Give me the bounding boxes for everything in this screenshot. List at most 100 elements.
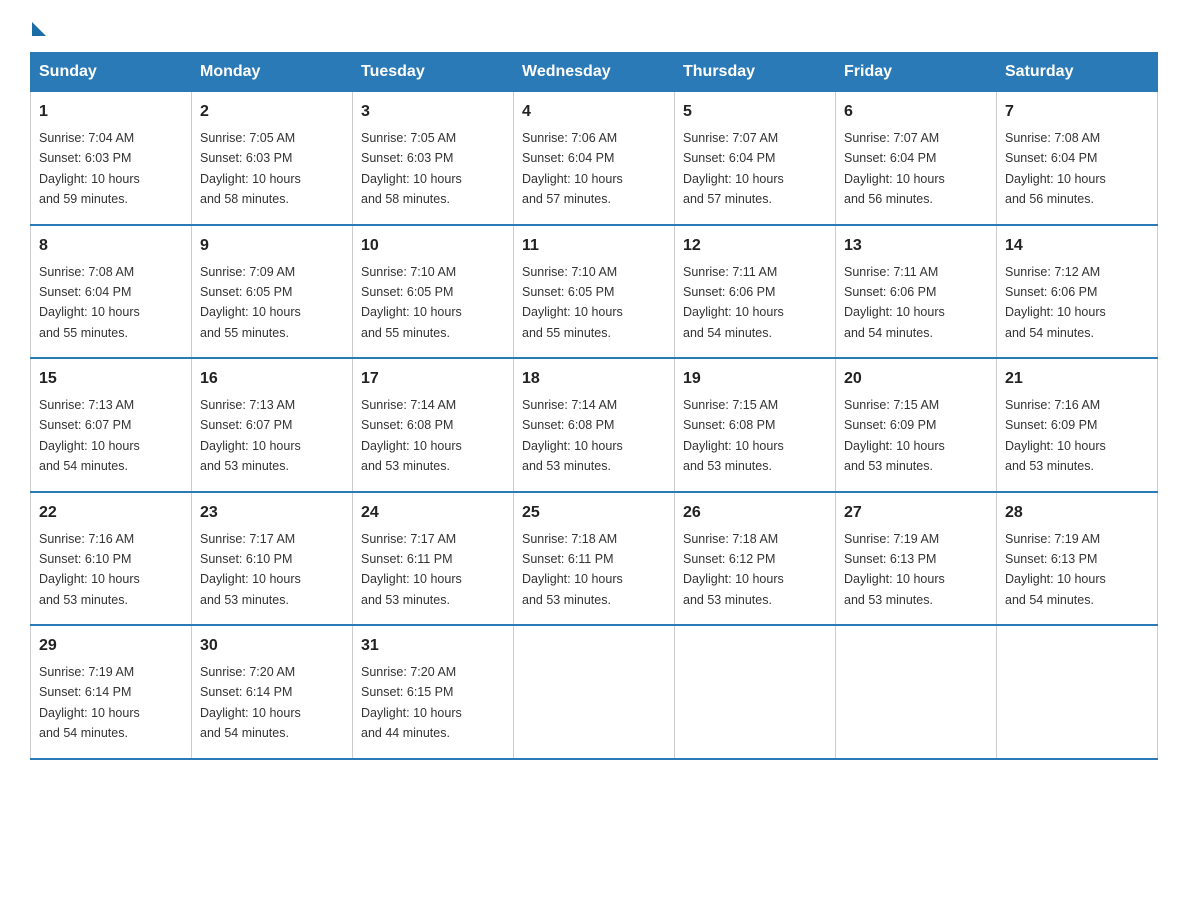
day-info: Sunrise: 7:08 AMSunset: 6:04 PMDaylight:… [39, 265, 140, 340]
calendar-body: 1 Sunrise: 7:04 AMSunset: 6:03 PMDaylight… [31, 92, 1158, 759]
day-number: 9 [200, 234, 344, 258]
day-number: 27 [844, 501, 988, 525]
day-number: 16 [200, 367, 344, 391]
day-info: Sunrise: 7:18 AMSunset: 6:11 PMDaylight:… [522, 532, 623, 607]
day-info: Sunrise: 7:05 AMSunset: 6:03 PMDaylight:… [361, 131, 462, 206]
day-info: Sunrise: 7:17 AMSunset: 6:10 PMDaylight:… [200, 532, 301, 607]
day-info: Sunrise: 7:16 AMSunset: 6:09 PMDaylight:… [1005, 398, 1106, 473]
day-of-week-header: Sunday [31, 53, 192, 92]
day-number: 11 [522, 234, 666, 258]
calendar-day-cell: 20Sunrise: 7:15 AMSunset: 6:09 PMDayligh… [836, 358, 997, 492]
calendar-day-cell: 31Sunrise: 7:20 AMSunset: 6:15 PMDayligh… [353, 625, 514, 759]
day-number: 14 [1005, 234, 1149, 258]
logo-general [30, 20, 46, 36]
calendar-day-cell: 5 Sunrise: 7:07 AMSunset: 6:04 PMDaylight… [675, 92, 836, 225]
calendar-day-cell [675, 625, 836, 759]
day-number: 13 [844, 234, 988, 258]
calendar-day-cell: 8 Sunrise: 7:08 AMSunset: 6:04 PMDaylight… [31, 225, 192, 359]
day-number: 2 [200, 100, 344, 124]
day-info: Sunrise: 7:11 AMSunset: 6:06 PMDaylight:… [683, 265, 784, 340]
calendar-day-cell: 7 Sunrise: 7:08 AMSunset: 6:04 PMDaylight… [997, 92, 1158, 225]
day-number: 22 [39, 501, 183, 525]
calendar-day-cell: 27Sunrise: 7:19 AMSunset: 6:13 PMDayligh… [836, 492, 997, 626]
day-info: Sunrise: 7:07 AMSunset: 6:04 PMDaylight:… [844, 131, 945, 206]
day-of-week-header: Wednesday [514, 53, 675, 92]
day-number: 3 [361, 100, 505, 124]
day-of-week-header: Thursday [675, 53, 836, 92]
day-info: Sunrise: 7:08 AMSunset: 6:04 PMDaylight:… [1005, 131, 1106, 206]
day-number: 29 [39, 634, 183, 658]
calendar-week-row: 1 Sunrise: 7:04 AMSunset: 6:03 PMDaylight… [31, 92, 1158, 225]
day-number: 18 [522, 367, 666, 391]
day-info: Sunrise: 7:13 AMSunset: 6:07 PMDaylight:… [39, 398, 140, 473]
logo [30, 20, 46, 32]
day-info: Sunrise: 7:16 AMSunset: 6:10 PMDaylight:… [39, 532, 140, 607]
day-info: Sunrise: 7:12 AMSunset: 6:06 PMDaylight:… [1005, 265, 1106, 340]
calendar-day-cell: 25 Sunrise: 7:18 AMSunset: 6:11 PMDayligh… [514, 492, 675, 626]
day-info: Sunrise: 7:17 AMSunset: 6:11 PMDaylight:… [361, 532, 462, 607]
day-number: 12 [683, 234, 827, 258]
day-number: 31 [361, 634, 505, 658]
calendar-header: SundayMondayTuesdayWednesdayThursdayFrid… [31, 53, 1158, 92]
calendar-day-cell: 17Sunrise: 7:14 AMSunset: 6:08 PMDayligh… [353, 358, 514, 492]
day-number: 8 [39, 234, 183, 258]
calendar-day-cell [836, 625, 997, 759]
day-number: 7 [1005, 100, 1149, 124]
day-info: Sunrise: 7:04 AMSunset: 6:03 PMDaylight:… [39, 131, 140, 206]
day-of-week-header: Friday [836, 53, 997, 92]
day-number: 15 [39, 367, 183, 391]
day-info: Sunrise: 7:14 AMSunset: 6:08 PMDaylight:… [522, 398, 623, 473]
calendar-day-cell: 18 Sunrise: 7:14 AMSunset: 6:08 PMDayligh… [514, 358, 675, 492]
day-of-week-header: Saturday [997, 53, 1158, 92]
day-info: Sunrise: 7:13 AMSunset: 6:07 PMDaylight:… [200, 398, 301, 473]
calendar-day-cell: 24 Sunrise: 7:17 AMSunset: 6:11 PMDayligh… [353, 492, 514, 626]
day-info: Sunrise: 7:06 AMSunset: 6:04 PMDaylight:… [522, 131, 623, 206]
day-number: 10 [361, 234, 505, 258]
day-number: 26 [683, 501, 827, 525]
calendar-day-cell: 3 Sunrise: 7:05 AMSunset: 6:03 PMDaylight… [353, 92, 514, 225]
day-info: Sunrise: 7:05 AMSunset: 6:03 PMDaylight:… [200, 131, 301, 206]
day-info: Sunrise: 7:11 AMSunset: 6:06 PMDaylight:… [844, 265, 945, 340]
calendar-day-cell: 2 Sunrise: 7:05 AMSunset: 6:03 PMDaylight… [192, 92, 353, 225]
calendar-week-row: 15 Sunrise: 7:13 AMSunset: 6:07 PMDayligh… [31, 358, 1158, 492]
calendar-table: SundayMondayTuesdayWednesdayThursdayFrid… [30, 52, 1158, 760]
day-of-week-header: Monday [192, 53, 353, 92]
day-number: 5 [683, 100, 827, 124]
calendar-day-cell: 4Sunrise: 7:06 AMSunset: 6:04 PMDaylight… [514, 92, 675, 225]
day-number: 24 [361, 501, 505, 525]
day-of-week-header: Tuesday [353, 53, 514, 92]
day-number: 19 [683, 367, 827, 391]
calendar-day-cell [997, 625, 1158, 759]
day-info: Sunrise: 7:19 AMSunset: 6:14 PMDaylight:… [39, 665, 140, 740]
calendar-day-cell: 9 Sunrise: 7:09 AMSunset: 6:05 PMDaylight… [192, 225, 353, 359]
calendar-day-cell: 15 Sunrise: 7:13 AMSunset: 6:07 PMDayligh… [31, 358, 192, 492]
day-info: Sunrise: 7:09 AMSunset: 6:05 PMDaylight:… [200, 265, 301, 340]
calendar-day-cell: 10 Sunrise: 7:10 AMSunset: 6:05 PMDayligh… [353, 225, 514, 359]
calendar-day-cell: 12 Sunrise: 7:11 AMSunset: 6:06 PMDayligh… [675, 225, 836, 359]
calendar-week-row: 8 Sunrise: 7:08 AMSunset: 6:04 PMDaylight… [31, 225, 1158, 359]
calendar-week-row: 22 Sunrise: 7:16 AMSunset: 6:10 PMDayligh… [31, 492, 1158, 626]
logo-arrow-icon [32, 22, 46, 36]
day-number: 23 [200, 501, 344, 525]
calendar-day-cell [514, 625, 675, 759]
calendar-day-cell: 30Sunrise: 7:20 AMSunset: 6:14 PMDayligh… [192, 625, 353, 759]
day-info: Sunrise: 7:10 AMSunset: 6:05 PMDaylight:… [361, 265, 462, 340]
day-number: 17 [361, 367, 505, 391]
calendar-day-cell: 26 Sunrise: 7:18 AMSunset: 6:12 PMDayligh… [675, 492, 836, 626]
day-info: Sunrise: 7:18 AMSunset: 6:12 PMDaylight:… [683, 532, 784, 607]
page-header [30, 20, 1158, 32]
day-number: 1 [39, 100, 183, 124]
calendar-day-cell: 21Sunrise: 7:16 AMSunset: 6:09 PMDayligh… [997, 358, 1158, 492]
calendar-day-cell: 16 Sunrise: 7:13 AMSunset: 6:07 PMDayligh… [192, 358, 353, 492]
days-of-week-row: SundayMondayTuesdayWednesdayThursdayFrid… [31, 53, 1158, 92]
day-number: 25 [522, 501, 666, 525]
calendar-day-cell: 13 Sunrise: 7:11 AMSunset: 6:06 PMDayligh… [836, 225, 997, 359]
calendar-day-cell: 14 Sunrise: 7:12 AMSunset: 6:06 PMDayligh… [997, 225, 1158, 359]
day-info: Sunrise: 7:20 AMSunset: 6:14 PMDaylight:… [200, 665, 301, 740]
calendar-day-cell: 23 Sunrise: 7:17 AMSunset: 6:10 PMDayligh… [192, 492, 353, 626]
calendar-week-row: 29 Sunrise: 7:19 AMSunset: 6:14 PMDayligh… [31, 625, 1158, 759]
calendar-day-cell: 29 Sunrise: 7:19 AMSunset: 6:14 PMDayligh… [31, 625, 192, 759]
calendar-day-cell: 22 Sunrise: 7:16 AMSunset: 6:10 PMDayligh… [31, 492, 192, 626]
day-info: Sunrise: 7:07 AMSunset: 6:04 PMDaylight:… [683, 131, 784, 206]
calendar-day-cell: 6Sunrise: 7:07 AMSunset: 6:04 PMDaylight… [836, 92, 997, 225]
